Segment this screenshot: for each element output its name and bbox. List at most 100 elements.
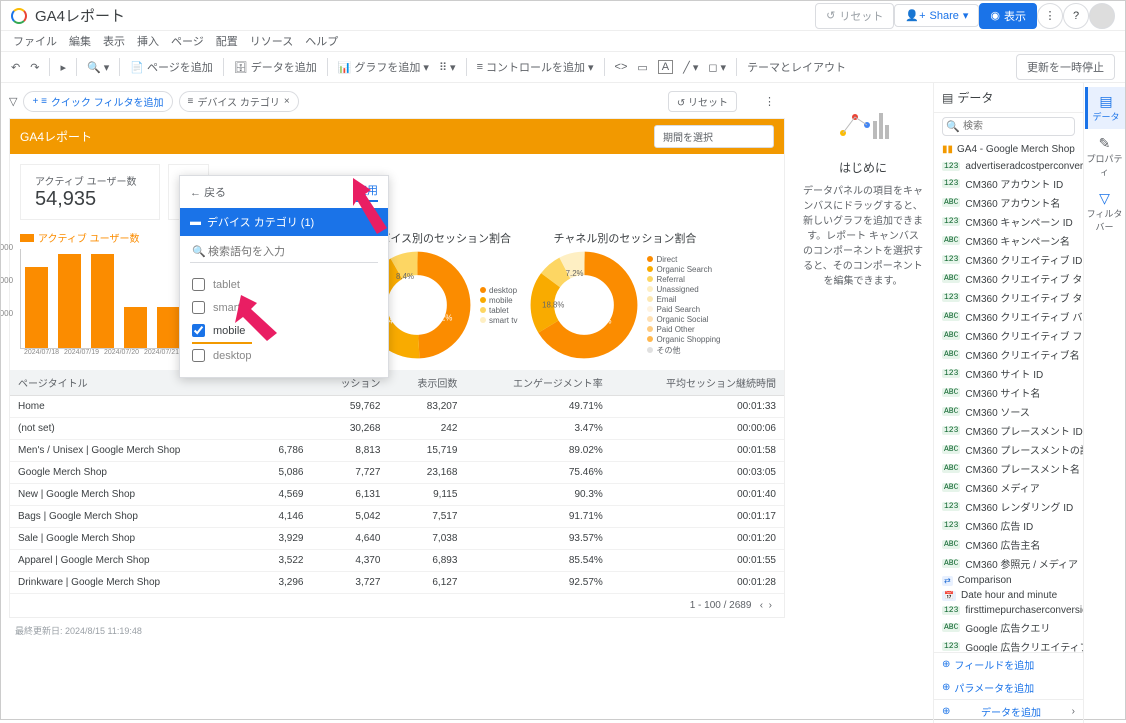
field-item[interactable]: 123advertiseradcostperconversion	[934, 159, 1083, 174]
field-item[interactable]: ABCCM360 プレースメントの課金形態	[934, 440, 1083, 459]
field-item[interactable]: 123CM360 プレースメント ID	[934, 421, 1083, 440]
table-pager[interactable]: 1 - 100 / 2689 ‹ ›	[10, 594, 784, 617]
field-item[interactable]: ABCCM360 クリエイティブ タイプ	[934, 269, 1083, 288]
add-page[interactable]: 📄 ページを追加	[130, 59, 212, 75]
table-row[interactable]: New | Google Merch Shop4,5696,1319,11590…	[10, 484, 784, 506]
table-row[interactable]: Drinkware | Google Merch Shop3,2963,7276…	[10, 572, 784, 594]
popup-back[interactable]: ← 戻る	[190, 184, 226, 200]
rail-tab-property[interactable]: ✎プロパティ	[1085, 129, 1125, 184]
add-data[interactable]: 🗄 データを追加	[234, 59, 317, 75]
help-button[interactable]: ?	[1063, 3, 1089, 29]
popup-search-input[interactable]	[190, 242, 378, 263]
undo-button[interactable]: ↶	[11, 61, 20, 74]
more-menu[interactable]: ⋮	[1037, 3, 1063, 29]
field-item[interactable]: ⇄Comparison	[934, 573, 1083, 588]
bar	[91, 254, 114, 348]
add-field[interactable]: ⊕ フィールドを追加	[934, 653, 1083, 676]
data-panel: ▤ データ 🔍 ▮▮GA4 - Google Merch Shop 123adv…	[933, 83, 1083, 723]
menu-resource[interactable]: リソース	[250, 33, 293, 49]
community-viz[interactable]: ⠿ ▾	[439, 61, 456, 74]
theme-layout[interactable]: テーマとレイアウト	[747, 59, 846, 75]
url-embed-icon[interactable]: <>	[615, 61, 628, 73]
filter-option-desktop[interactable]: desktop	[180, 344, 388, 367]
checkbox[interactable]	[192, 278, 205, 291]
field-item[interactable]: ABCCM360 クリエイティブ バージョン	[934, 307, 1083, 326]
field-item[interactable]: 123CM360 広告 ID	[934, 516, 1083, 535]
checkbox[interactable]	[192, 301, 205, 314]
reset-button[interactable]: ↺ リセット	[815, 3, 894, 29]
pointer-tool[interactable]: ▸	[60, 61, 66, 74]
menu-page[interactable]: ページ	[171, 33, 204, 49]
checkbox[interactable]	[192, 349, 205, 362]
svg-text:8.4%: 8.4%	[396, 272, 414, 281]
add-chart[interactable]: 📊 グラフを追加 ▾	[338, 59, 429, 75]
filter-option-tablet[interactable]: tablet	[180, 273, 388, 296]
menu-view[interactable]: 表示	[103, 33, 125, 49]
date-range-select[interactable]: 期間を選択	[654, 125, 774, 148]
avatar[interactable]	[1089, 3, 1115, 29]
reset-filters[interactable]: ↺ リセット	[668, 91, 737, 112]
field-item[interactable]: ABCCM360 メディア	[934, 478, 1083, 497]
filter-option-mobile[interactable]: mobile	[180, 319, 388, 342]
svg-text:18.8%: 18.8%	[543, 301, 565, 310]
view-button[interactable]: ◉ 表示	[979, 3, 1037, 29]
pause-updates[interactable]: 更新を一時停止	[1016, 54, 1115, 80]
menu-file[interactable]: ファイル	[13, 33, 57, 49]
image-icon[interactable]: ▭	[637, 61, 647, 74]
field-item[interactable]: 123CM360 クリエイティブ タイプ ID	[934, 288, 1083, 307]
field-item[interactable]: ABCCM360 参照元 / メディア	[934, 554, 1083, 573]
field-item[interactable]: 123CM360 キャンペーン ID	[934, 212, 1083, 231]
field-item[interactable]: ABCCM360 ソース	[934, 402, 1083, 421]
field-item[interactable]: ABCGoogle 広告クエリ	[934, 618, 1083, 637]
field-item[interactable]: 123CM360 レンダリング ID	[934, 497, 1083, 516]
field-item[interactable]: 123firsttimepurchaserconversionrate	[934, 603, 1083, 618]
add-data-foot[interactable]: ⊕ データを追加 ›	[934, 699, 1083, 723]
menu-edit[interactable]: 編集	[69, 33, 91, 49]
field-item[interactable]: ABCCM360 サイト名	[934, 383, 1083, 402]
looker-logo	[11, 8, 27, 24]
data-source[interactable]: ▮▮GA4 - Google Merch Shop	[934, 140, 1083, 159]
table-row[interactable]: Apparel | Google Merch Shop3,5224,3706,8…	[10, 550, 784, 572]
helper-icon	[833, 103, 893, 143]
bar	[58, 254, 81, 348]
menu-insert[interactable]: 挿入	[137, 33, 159, 49]
redo-button[interactable]: ↷	[30, 61, 39, 74]
filter-kebab[interactable]: ⋮	[764, 95, 775, 108]
search-icon: 🔍	[192, 245, 206, 258]
checkbox[interactable]	[192, 324, 205, 337]
field-item[interactable]: ABCCM360 アカウント名	[934, 193, 1083, 212]
text-icon[interactable]: A	[658, 60, 673, 74]
field-item[interactable]: 123CM360 クリエイティブ ID	[934, 250, 1083, 269]
zoom-tool[interactable]: 🔍 ▾	[87, 61, 109, 74]
field-item[interactable]: ABCCM360 広告主名	[934, 535, 1083, 554]
menu-arrange[interactable]: 配置	[216, 33, 238, 49]
field-item[interactable]: 📅Date hour and minute	[934, 588, 1083, 603]
add-param[interactable]: ⊕ パラメータを追加	[934, 676, 1083, 699]
field-item[interactable]: ABCCM360 クリエイティブ名	[934, 345, 1083, 364]
shape-icon[interactable]: ◻ ▾	[708, 61, 726, 74]
field-item[interactable]: ABCCM360 キャンペーン名	[934, 231, 1083, 250]
table-row[interactable]: (not set)30,2682423.47%00:00:06	[10, 418, 784, 440]
field-item[interactable]: ABCCM360 プレースメント名	[934, 459, 1083, 478]
data-search-input[interactable]	[942, 117, 1075, 136]
menu-help[interactable]: ヘルプ	[305, 33, 338, 49]
device-category-chip[interactable]: ≡ デバイス カテゴリ ×	[179, 91, 299, 112]
table-row[interactable]: Sale | Google Merch Shop3,9294,6407,0389…	[10, 528, 784, 550]
add-quick-filter[interactable]: + ≡ クイック フィルタを追加	[23, 91, 172, 112]
rail-tab-data[interactable]: ▤データ	[1085, 87, 1125, 129]
rail-tab-filterbar[interactable]: ▽フィルタバー	[1085, 184, 1125, 239]
field-item[interactable]: 123CM360 アカウント ID	[934, 174, 1083, 193]
table-row[interactable]: Bags | Google Merch Shop4,1465,0427,5179…	[10, 506, 784, 528]
field-item[interactable]: 123CM360 サイト ID	[934, 364, 1083, 383]
page-table: ページタイトルッション表示回数エンゲージメント率平均セッション継続時間 Home…	[10, 370, 784, 594]
filter-option-smart tv[interactable]: smart tv	[180, 296, 388, 319]
table-row[interactable]: Home59,76283,20749.71%00:01:33	[10, 396, 784, 418]
field-item[interactable]: ABCCM360 クリエイティブ フォーマット	[934, 326, 1083, 345]
table-row[interactable]: Google Merch Shop5,0867,72723,16875.46%0…	[10, 462, 784, 484]
field-item[interactable]: 123Google 広告クリエイティブ ID	[934, 637, 1083, 652]
line-icon[interactable]: ╱ ▾	[683, 61, 698, 74]
share-button[interactable]: 👤+ Share ▾	[894, 4, 979, 27]
last-updated: 最終更新日: 2024/8/15 11:19:48	[9, 618, 785, 643]
add-control[interactable]: ≡ コントロールを追加 ▾	[477, 59, 594, 75]
table-row[interactable]: Men's / Unisex | Google Merch Shop6,7868…	[10, 440, 784, 462]
